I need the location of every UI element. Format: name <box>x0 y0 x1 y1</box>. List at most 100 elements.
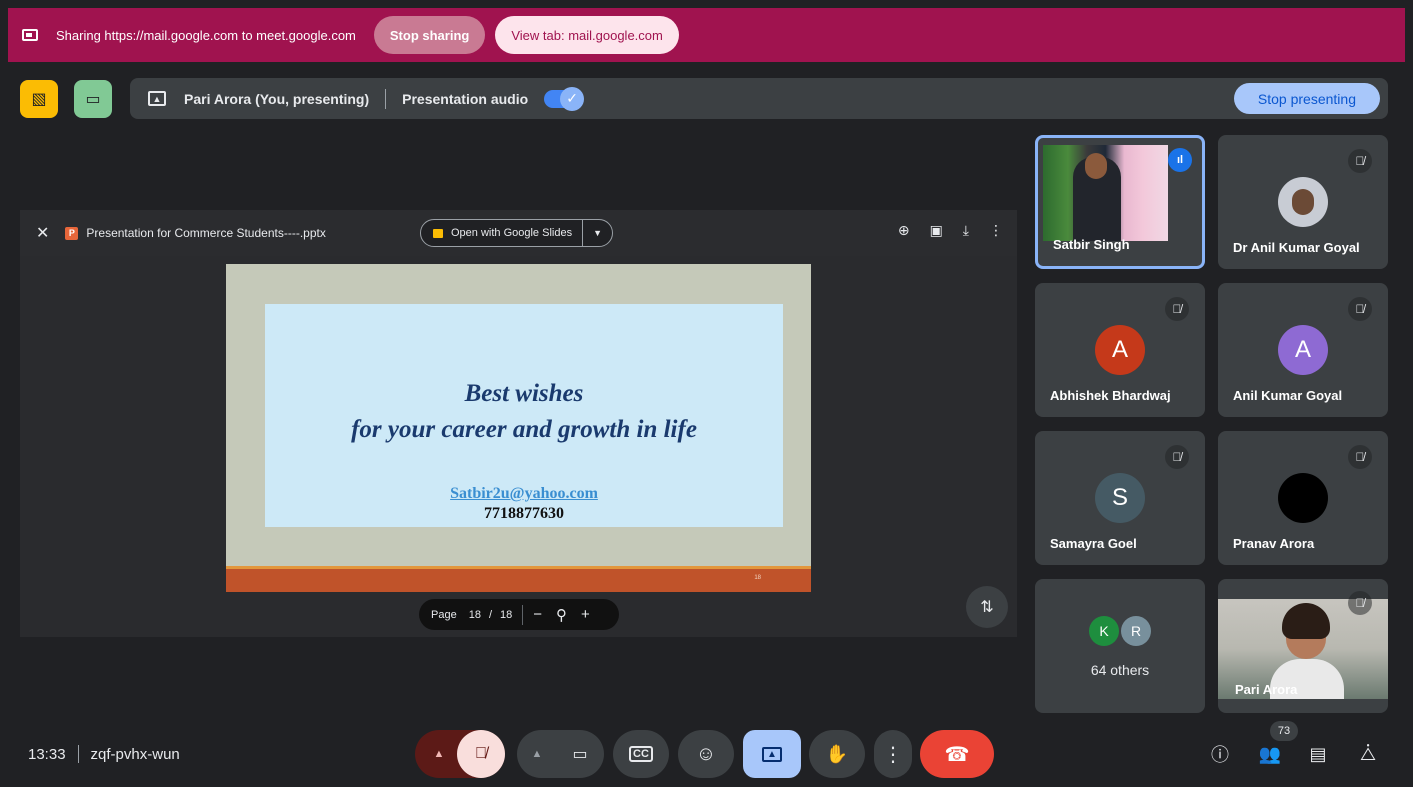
participant-tile-self[interactable]: 🎙̸ Pari Arora <box>1218 579 1388 713</box>
more-options-icon: ⋮ <box>883 743 903 766</box>
slide-heading: Best wishes <box>464 380 584 407</box>
divider <box>522 604 524 625</box>
slide-number: 18 <box>754 575 761 581</box>
meet-window: Sharing https://mail.google.com to meet.… <box>0 0 1413 787</box>
participant-name: Pari Arora <box>1235 682 1298 697</box>
swap-layout-button[interactable]: ⇅ <box>966 586 1008 628</box>
devices-button[interactable]: ▭ <box>74 80 112 118</box>
present-icon: ▲ <box>148 91 166 106</box>
file-viewer-actions: ⊕ ▣ ⤓ ⋮ <box>898 222 1003 239</box>
participant-name: Pranav Arora <box>1233 536 1315 551</box>
hide-self-view-button[interactable]: ▧ <box>20 80 58 118</box>
file-name: Presentation for Commerce Students----.p… <box>86 226 326 240</box>
participant-count-badge: 73 <box>1270 721 1298 741</box>
presentation-audio-toggle[interactable]: ✓ <box>544 86 585 111</box>
participant-video <box>1043 145 1168 241</box>
info-icon: ⓘ <box>1211 745 1229 765</box>
avatar: A <box>1095 325 1145 375</box>
presenting-bar: ▲ Pari Arora (You, presenting) Presentat… <box>130 78 1388 119</box>
stop-presenting-button[interactable]: Stop presenting <box>1233 83 1380 114</box>
avatar: A <box>1278 325 1328 375</box>
slide-content: Best wishes for your career and growth i… <box>265 304 783 527</box>
file-viewer-toolbar: ✕ P Presentation for Commerce Students--… <box>20 210 1017 256</box>
end-call-icon: ☎ <box>944 743 970 766</box>
others-count: 64 others <box>1090 662 1150 678</box>
activities-button[interactable]: ⧊ <box>1354 740 1382 768</box>
person-head <box>1085 153 1107 179</box>
sharing-status: Sharing https://mail.google.com to meet.… <box>56 27 356 43</box>
meeting-code: zqf-pvhx-wun <box>90 745 180 763</box>
more-options-icon[interactable]: ⋮ <box>989 222 1003 239</box>
google-slides-icon <box>433 228 443 238</box>
open-with-button[interactable]: Open with Google Slides ▼ <box>420 219 613 247</box>
reactions-button[interactable]: ☺ <box>678 730 734 778</box>
no-video-icon: ▧ <box>31 91 47 108</box>
captions-button[interactable]: CC <box>613 730 669 778</box>
participant-name: Samayra Goel <box>1050 536 1137 551</box>
devices-icon: ▭ <box>85 91 101 108</box>
more-options-button[interactable]: ⋮ <box>874 730 912 778</box>
activities-icon: ⧊ <box>1359 743 1377 764</box>
check-icon: ✓ <box>560 86 585 111</box>
open-with-google-slides[interactable]: Open with Google Slides <box>421 220 584 246</box>
sharing-bar: Sharing https://mail.google.com to meet.… <box>8 8 1405 62</box>
page-label: Page <box>431 608 457 621</box>
participant-tile[interactable]: 🎙̸ A Abhishek Bhardwaj <box>1035 283 1205 417</box>
page-current[interactable]: 18 <box>469 609 481 621</box>
presentation-audio-label: Presentation audio <box>402 90 529 107</box>
present-screen-icon: ▲ <box>762 746 782 762</box>
powerpoint-icon: P <box>65 226 79 240</box>
avatar: K <box>1089 616 1119 646</box>
avatar: S <box>1095 473 1145 523</box>
present-button[interactable]: ▲ <box>743 730 801 778</box>
chat-button[interactable]: ▤ <box>1304 740 1332 768</box>
avatar <box>1278 473 1328 523</box>
divider <box>385 88 387 109</box>
slide-footer: 18 <box>226 566 811 592</box>
avatar <box>1278 177 1328 227</box>
participant-name: Anil Kumar Goyal <box>1233 388 1343 403</box>
closed-captions-icon: CC <box>629 746 653 762</box>
raise-hand-button[interactable]: ✋ <box>809 730 865 778</box>
participant-tile[interactable]: ıl Satbir Singh <box>1035 135 1205 269</box>
mic-off-icon: 🎙̸ <box>475 745 487 762</box>
slide-subheading: for your career and growth in life <box>351 416 697 443</box>
chevron-down-icon[interactable]: ▼ <box>583 228 612 238</box>
mic-off-icon: 🎙̸ <box>1165 297 1189 321</box>
participant-tile[interactable]: 🎙̸ A Anil Kumar Goyal <box>1218 283 1388 417</box>
people-icon: 👥 <box>1258 743 1282 764</box>
stop-sharing-button[interactable]: Stop sharing <box>373 16 486 54</box>
chat-icon: ▤ <box>1309 743 1327 764</box>
camera-button[interactable]: ▭ <box>556 730 604 778</box>
chevron-up-icon: ▲ <box>433 748 445 760</box>
clock: 13:33 <box>28 745 66 763</box>
video-options-button[interactable]: ▲ <box>522 730 552 778</box>
zoom-icon[interactable]: ⚲ <box>556 606 567 624</box>
page-total: 18 <box>500 608 513 621</box>
participant-tile[interactable]: 🎙̸ S Samayra Goel <box>1035 431 1205 565</box>
others-tile[interactable]: K R 64 others <box>1035 579 1205 713</box>
slide-email[interactable]: Satbir2u@yahoo.com <box>265 485 783 503</box>
participant-tile[interactable]: 🎙̸ Pranav Arora <box>1218 431 1388 565</box>
mic-off-icon: 🎙̸ <box>1348 149 1372 173</box>
person-hair <box>1282 603 1330 639</box>
people-button[interactable]: 👥 <box>1256 740 1284 768</box>
audio-options-button[interactable]: ▲ <box>420 730 458 778</box>
view-tab-button[interactable]: View tab: mail.google.com <box>495 16 679 54</box>
slide: Best wishes for your career and growth i… <box>226 264 811 592</box>
emoji-icon: ☺ <box>695 742 717 765</box>
swap-icon: ⇅ <box>980 599 994 616</box>
participant-tile[interactable]: 🎙̸ Dr Anil Kumar Goyal <box>1218 135 1388 269</box>
video-camera-icon: ▭ <box>572 746 588 763</box>
print-icon[interactable]: ▣ <box>930 222 943 239</box>
mic-button[interactable]: 🎙̸ <box>457 730 505 778</box>
mic-off-icon: 🎙̸ <box>1348 591 1372 615</box>
page-separator: / <box>488 608 493 621</box>
meeting-info-button[interactable]: ⓘ <box>1206 740 1234 768</box>
zoom-in-icon[interactable]: + <box>581 606 590 623</box>
close-icon[interactable]: ✕ <box>36 223 49 243</box>
leave-call-button[interactable]: ☎ <box>920 730 994 778</box>
download-icon[interactable]: ⤓ <box>963 222 969 239</box>
add-shortcut-icon[interactable]: ⊕ <box>898 222 910 239</box>
zoom-out-icon[interactable]: − <box>533 606 542 623</box>
